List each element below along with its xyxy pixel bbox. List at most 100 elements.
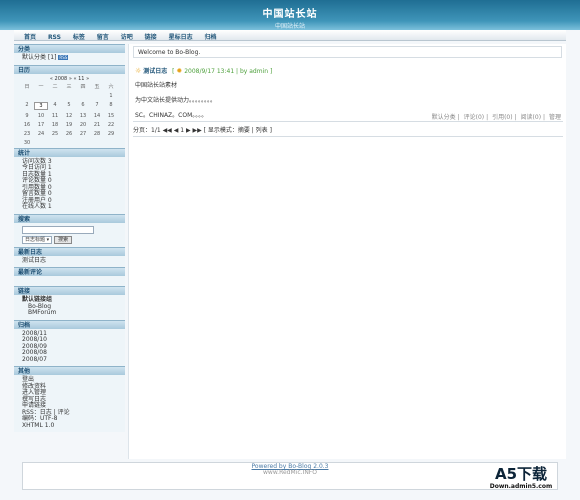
nav-starred[interactable]: 星标日志 <box>169 30 193 41</box>
calendar-day[interactable]: 22 <box>104 122 118 128</box>
post-header: ☼ 测试日志 [ ✹ 2008/9/17 13:41 | by admin ] <box>135 66 560 75</box>
calendar-day[interactable]: 25 <box>48 131 62 137</box>
search-input[interactable] <box>22 225 94 234</box>
calendar-day[interactable]: 13 <box>76 113 90 119</box>
post-body-line: 中国站长站素材 <box>135 82 178 89</box>
calendar-day[interactable]: 30 <box>20 140 34 146</box>
watermark: A5下载 Down.admin5.com <box>466 466 576 498</box>
calendar-day[interactable]: 27 <box>76 131 90 137</box>
calendar-day[interactable]: 2 <box>20 102 34 110</box>
calendar-day[interactable]: 8 <box>104 102 118 110</box>
search-type-value: 日志标题 <box>25 236 46 243</box>
site-header: 中国站长站 中国站长站 <box>0 0 580 30</box>
xhtml-badge[interactable]: XHTML 1.0 <box>22 422 125 430</box>
search-button[interactable]: 搜索 <box>54 235 73 244</box>
post-date-author: 2008/9/17 13:41 | by admin <box>184 68 269 75</box>
calendar-day[interactable]: 14 <box>90 113 104 119</box>
nav-visit[interactable]: 访吧 <box>121 30 133 41</box>
weather-icon: ✹ <box>176 67 183 75</box>
rss-icon[interactable]: RSS <box>58 55 69 60</box>
post-category-link[interactable]: 默认分类 <box>432 114 456 121</box>
calendar-day[interactable]: 19 <box>62 122 76 128</box>
calendar-day[interactable]: 5 <box>62 102 76 110</box>
post-footer: 默认分类 | 评论(0) | 引用(0) | 阅读(0) | 管理 <box>431 114 561 121</box>
calendar-day[interactable]: 24 <box>34 131 48 137</box>
calendar-day[interactable]: 1 <box>104 93 118 99</box>
post-body-line: 为中文站长提供动力。。。。。。。。 <box>135 97 217 104</box>
search-box: 日志标题 ▾ 搜索 <box>14 222 125 247</box>
post-meta: [ ✹ 2008/9/17 13:41 | by admin ] <box>172 67 273 75</box>
calendar-empty <box>90 93 104 99</box>
search-type-select[interactable]: 日志标题 ▾ <box>22 235 53 244</box>
calendar-empty <box>20 93 34 99</box>
divider <box>133 121 563 122</box>
calendar-weekday: 日 <box>24 83 30 90</box>
calendar-weekday: 二 <box>52 83 58 90</box>
calendar-day[interactable]: 21 <box>90 122 104 128</box>
calendar-day[interactable]: 20 <box>76 122 90 128</box>
site-subtitle: 中国站长站 <box>274 23 305 30</box>
post-trackbacks-link[interactable]: 引用(0) <box>492 114 513 121</box>
main-content: Welcome to Bo-Blog. ☼ 测试日志 [ ✹ 2008/9/17… <box>128 44 566 459</box>
post-reads-link[interactable]: 阅读(0) <box>521 114 542 121</box>
calendar-day[interactable]: 26 <box>62 131 76 137</box>
stats-list: 访问次数 3 今日访问 1 日志数量 1 评论数量 0 引用数量 0 留言数量 … <box>14 156 125 214</box>
site-title: 中国站长站 <box>262 9 318 20</box>
calendar-weekday: 三 <box>66 83 72 90</box>
calendar-day[interactable]: 6 <box>76 102 90 110</box>
calendar-day[interactable]: 3 <box>34 101 48 110</box>
chevron-down-icon: ▾ <box>46 236 50 243</box>
category-link[interactable]: 默认分类 [1] <box>22 54 56 61</box>
calendar: « 2008 » « 11 » 日一二三四五六 1 2 3 4 5 6 7 8 9 10 11 12 13… <box>14 73 125 148</box>
nav-home[interactable]: 首页 <box>24 30 36 41</box>
calendar-grid: 日一二三四五六 1 2 3 4 5 6 7 8 9 10 11 12 13 14 15 16 17 18 19 20 21… <box>20 83 119 146</box>
recent-post-link[interactable]: 测试日志 <box>22 257 125 265</box>
calendar-weekday: 六 <box>108 83 114 90</box>
calendar-weekday: 五 <box>94 83 100 90</box>
nav-links[interactable]: 链接 <box>145 30 157 41</box>
nav-guestbook[interactable]: 留言 <box>97 30 109 41</box>
calendar-empty <box>76 93 90 99</box>
misc-heading: 其他 <box>14 366 125 375</box>
calendar-empty <box>48 93 62 99</box>
calendar-heading: 日历 <box>14 64 125 74</box>
post-title[interactable]: 测试日志 <box>143 68 167 75</box>
calendar-weekday: 一 <box>38 83 44 90</box>
archive-link[interactable]: 2008/07 <box>22 356 125 364</box>
calendar-empty <box>34 93 48 99</box>
archive-heading: 归档 <box>14 319 125 329</box>
calendar-weekday: 四 <box>80 83 86 90</box>
calendar-day[interactable]: 15 <box>104 113 118 119</box>
sun-icon: ☼ <box>135 67 142 75</box>
calendar-day[interactable]: 11 <box>48 113 62 119</box>
calendar-day[interactable]: 12 <box>62 113 76 119</box>
stats-heading: 统计 <box>14 147 125 157</box>
calendar-day[interactable]: 16 <box>20 122 34 128</box>
search-heading: 搜索 <box>14 213 125 223</box>
stat-item: 在线人数 1 <box>22 203 52 210</box>
welcome-box: Welcome to Bo-Blog. <box>133 46 562 58</box>
recent-comments-heading: 最新评论 <box>14 267 125 276</box>
recent-posts-heading: 最新日志 <box>14 246 125 256</box>
calendar-day[interactable]: 17 <box>34 122 48 128</box>
calendar-day[interactable]: 7 <box>90 102 104 110</box>
links-heading: 链接 <box>14 286 125 295</box>
link-item[interactable]: BMForum <box>22 309 125 317</box>
post-manage-link[interactable]: 管理 <box>549 114 561 121</box>
nav-rss[interactable]: RSS <box>48 32 61 41</box>
calendar-day[interactable]: 9 <box>20 113 34 119</box>
calendar-day[interactable]: 29 <box>104 131 118 137</box>
calendar-day[interactable]: 28 <box>90 131 104 137</box>
calendar-month-nav[interactable]: « 2008 » « 11 » <box>20 76 119 82</box>
nav-archive[interactable]: 归档 <box>205 30 217 41</box>
top-nav: 首页 RSS 标签 留言 访吧 链接 星标日志 归档 <box>14 30 566 41</box>
calendar-day[interactable]: 23 <box>20 131 34 137</box>
calendar-empty <box>62 93 76 99</box>
calendar-day[interactable]: 10 <box>34 113 48 119</box>
pagination[interactable]: 分页：1/1 ◀◀ ◀ 1 ▶ ▶▶ [ 显示模式：摘要 | 列表 ] <box>133 125 272 134</box>
post-comments-link[interactable]: 评论(0) <box>464 114 485 121</box>
calendar-day[interactable]: 18 <box>48 122 62 128</box>
nav-tags[interactable]: 标签 <box>73 30 85 41</box>
watermark-logo: A5下载 <box>494 465 548 483</box>
calendar-day[interactable]: 4 <box>48 102 62 110</box>
